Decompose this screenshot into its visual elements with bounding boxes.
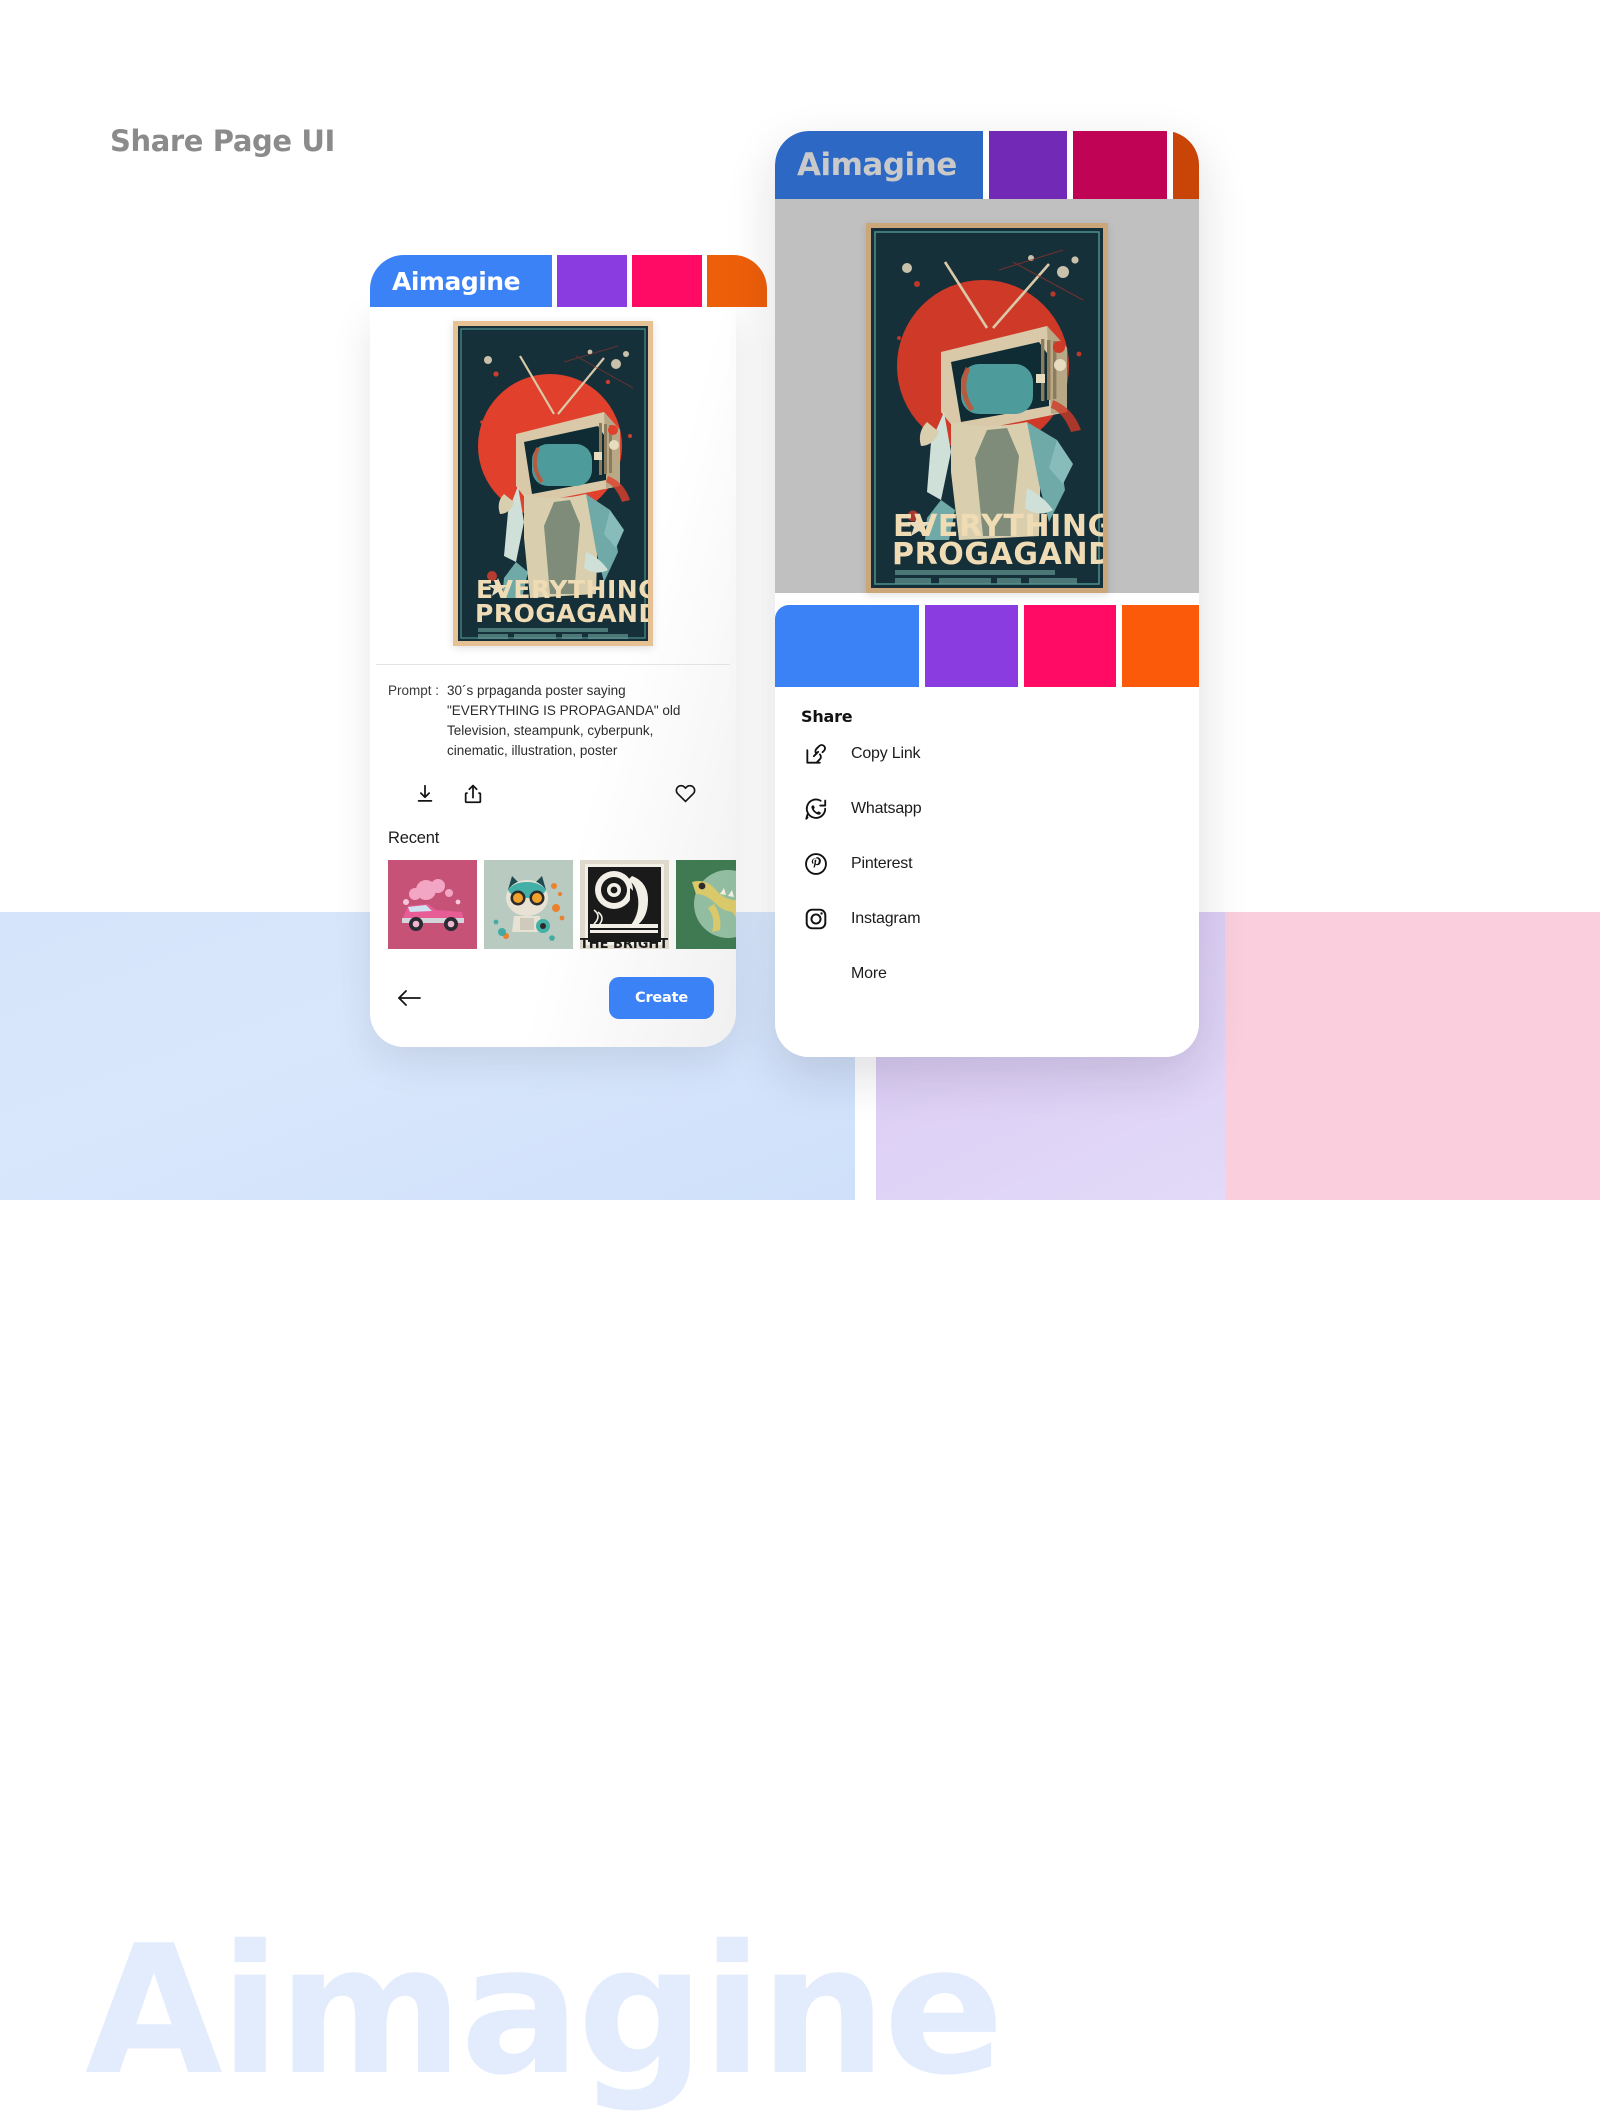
list-item[interactable]: [484, 859, 573, 949]
instagram-icon: [801, 904, 831, 934]
share-option-label: Copy Link: [851, 744, 921, 762]
share-option-label: Pinterest: [851, 854, 913, 872]
poster-artwork: EVERYTHING IS PROGAGANDA: [458, 326, 648, 641]
generated-poster[interactable]: EVERYTHING IS PROGAGANDA: [453, 321, 653, 646]
whatsapp-icon: [801, 794, 831, 824]
robot-cat-thumb: [484, 859, 573, 949]
pinterest-icon: [801, 849, 831, 879]
brand-swatch-pink: [1073, 131, 1167, 199]
pink-truck-thumb: [388, 859, 477, 949]
dimmed-image-stage: EVERYTHING IS PROGAGANDA: [775, 199, 1199, 593]
download-icon[interactable]: [412, 781, 438, 807]
list-item[interactable]: [676, 859, 736, 949]
prompt-row: Prompt : 30´s prpaganda poster saying "E…: [370, 665, 736, 761]
prompt-label: Prompt :: [388, 683, 440, 698]
green-crocodile-thumb: [676, 859, 736, 949]
recent-thumbnails[interactable]: THE BRIGHT: [370, 848, 736, 949]
thumb-caption: THE BRIGHT: [580, 937, 668, 949]
heart-icon[interactable]: [672, 781, 698, 807]
share-option-copy-link[interactable]: Copy Link: [775, 726, 1199, 781]
share-option-label: Instagram: [851, 909, 921, 927]
generated-poster[interactable]: EVERYTHING IS PROGAGANDA: [866, 223, 1108, 593]
poster-artwork: EVERYTHING IS PROGAGANDA: [871, 228, 1103, 588]
share-icon[interactable]: [460, 781, 486, 807]
share-sheet-title: Share: [801, 707, 853, 726]
brand-logo-tile[interactable]: Aimagine: [370, 255, 552, 307]
brand-bar: Aimagine: [370, 255, 767, 307]
brand-name: Aimagine: [797, 147, 957, 183]
result-phone-card: Aimagine EVERYTHING PROGAGAN Prompt: 30…: [370, 255, 767, 1047]
share-card-outer: Aimagine EVERYTHING PROGAGAND Share Copy…: [775, 131, 1199, 1057]
background-panel-pink: Daily Challenge: [1225, 912, 1600, 1200]
share-option-whatsapp[interactable]: Whatsapp: [775, 781, 1199, 836]
page-title: Share Page UI: [110, 124, 335, 158]
create-button[interactable]: Create: [609, 976, 714, 1019]
brand-swatch-purple: [557, 255, 627, 307]
list-item[interactable]: THE BRIGHT: [580, 859, 669, 949]
result-card-body: EVERYTHING IS PROGAGANDA Prompt :: [370, 307, 736, 1047]
share-option-label: Whatsapp: [851, 799, 922, 817]
svg-text:PROGAGANDA: PROGAGANDA: [475, 599, 648, 628]
recent-section-title: Recent: [388, 828, 440, 847]
copy-link-icon: [801, 739, 831, 769]
brand-footer-bar: [775, 593, 1199, 687]
hero-image-area: EVERYTHING IS PROGAGANDA: [370, 307, 736, 646]
prompt-text: 30´s prpaganda poster saying "EVERYTHING…: [447, 683, 681, 758]
back-arrow-icon[interactable]: [396, 986, 426, 1010]
share-option-more[interactable]: More: [775, 946, 1199, 1001]
share-sheet: Share Copy Link Whatsapp Pinterest Insta…: [775, 687, 1199, 1057]
share-option-instagram[interactable]: Instagram: [775, 891, 1199, 946]
action-row: [370, 761, 736, 807]
brand-bar-dimmed: Aimagine: [775, 131, 1199, 199]
svg-text:PROGAGANDA: PROGAGANDA: [892, 537, 1103, 572]
share-option-pinterest[interactable]: Pinterest: [775, 836, 1199, 891]
bottom-bar: Create: [370, 949, 736, 1039]
brand-swatch-purple: [989, 131, 1067, 199]
brand-swatch-pink: [632, 255, 702, 307]
aimagine-watermark: Aimagine: [85, 1907, 1004, 2114]
footer-swatch-pink: [1023, 605, 1117, 687]
footer-swatch-purple: [924, 605, 1018, 687]
brand-swatch-orange: [1173, 131, 1199, 199]
brand-logo-tile[interactable]: Aimagine: [775, 131, 983, 199]
list-item[interactable]: [388, 859, 477, 949]
bw-portrait-thumb: THE BRIGHT: [580, 859, 669, 949]
footer-swatch-blue: [775, 605, 919, 687]
brand-name: Aimagine: [392, 266, 521, 296]
footer-swatch-orange: [1122, 605, 1199, 687]
share-option-label: More: [851, 964, 887, 982]
share-phone-card: Aimagine EVERYTHING PROGAGAND Share Copy…: [775, 131, 1199, 1057]
